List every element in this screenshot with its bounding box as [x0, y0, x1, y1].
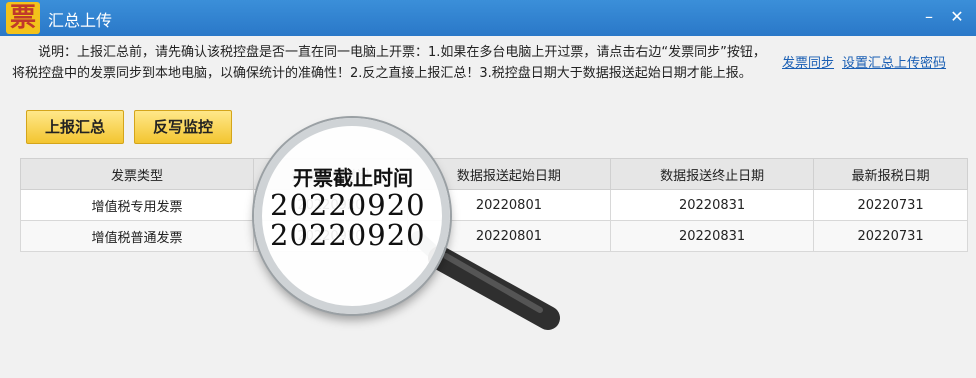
cell-report-end-date: 20220831 [609, 189, 815, 221]
header-latest-tax-date: 最新报税日期 [813, 158, 968, 190]
invoice-table: 发票类型 开票截止时间 数据报送起始日期 数据报送终止日期 最新报税日期 增值税… [20, 158, 968, 252]
header-report-start-date: 数据报送起始日期 [406, 158, 611, 190]
cell-latest-tax-date: 20220731 [813, 220, 968, 252]
cell-invoice-type: 增值税专用发票 [20, 189, 254, 221]
header-invoice-type: 发票类型 [20, 158, 254, 190]
header-report-end-date: 数据报送终止日期 [609, 158, 815, 190]
table-row[interactable]: 增值税普通发票 20220920 20220801 20220831 20220… [20, 220, 968, 252]
table-header-row: 发票类型 开票截止时间 数据报送起始日期 数据报送终止日期 最新报税日期 [20, 158, 968, 190]
cell-issue-deadline: 20220920 [253, 189, 408, 221]
cell-invoice-type: 增值税普通发票 [20, 220, 254, 252]
cell-report-start-date: 20220801 [406, 189, 611, 221]
close-button[interactable]: ✕ [946, 6, 968, 28]
writeback-monitor-button[interactable]: 反写监控 [134, 110, 232, 144]
header-issue-deadline: 开票截止时间 [253, 158, 408, 190]
cell-report-start-date: 20220801 [406, 220, 611, 252]
window-title: 汇总上传 [48, 11, 113, 30]
minimize-button[interactable]: – [918, 6, 940, 28]
title-bar: 票 汇总上传 – ✕ [0, 0, 976, 36]
app-ticket-icon: 票 [6, 2, 40, 34]
instruction-text: 说明：上报汇总前，请先确认该税控盘是否一直在同一电脑上开票：1.如果在多台电脑上… [12, 45, 766, 81]
table-row[interactable]: 增值税专用发票 20220920 20220801 20220831 20220… [20, 189, 968, 221]
cell-latest-tax-date: 20220731 [813, 189, 968, 221]
dialog-body: 说明：上报汇总前，请先确认该税控盘是否一直在同一电脑上开票：1.如果在多台电脑上… [0, 36, 976, 378]
set-upload-password-link[interactable]: 设置汇总上传密码 [842, 52, 946, 71]
cell-issue-deadline: 20220920 [253, 220, 408, 252]
report-summary-button[interactable]: 上报汇总 [26, 110, 124, 144]
cell-report-end-date: 20220831 [609, 220, 815, 252]
invoice-sync-link[interactable]: 发票同步 [782, 52, 834, 71]
